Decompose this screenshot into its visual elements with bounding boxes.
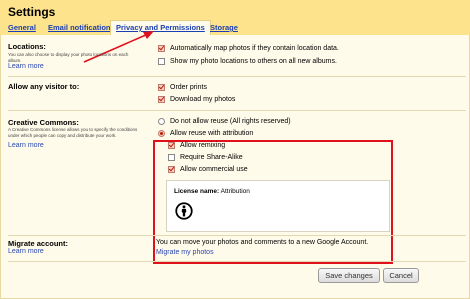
divider bbox=[8, 235, 466, 236]
license-name-value: Attribution bbox=[220, 188, 250, 195]
share-alike-label: Require Share-Alike bbox=[180, 154, 243, 161]
order-prints-label: Order prints bbox=[170, 84, 207, 91]
commercial-use-checkbox[interactable] bbox=[168, 166, 175, 173]
tab-storage[interactable]: Storage bbox=[210, 23, 238, 32]
auto-map-checkbox[interactable] bbox=[158, 45, 165, 52]
cancel-button[interactable]: Cancel bbox=[383, 268, 419, 283]
license-name-label: License name: bbox=[174, 188, 220, 195]
show-locations-option[interactable]: Show my photo locations to others on all… bbox=[158, 58, 337, 65]
reuse-attribution-radio[interactable] bbox=[158, 130, 165, 137]
locations-description: You can also choose to display your phot… bbox=[8, 52, 129, 63]
allow-remixing-checkbox[interactable] bbox=[168, 142, 175, 149]
allow-remixing-label: Allow remixing bbox=[180, 142, 226, 149]
auto-map-option[interactable]: Automatically map photos if they contain… bbox=[158, 45, 339, 52]
migrate-text: You can move your photos and comments to… bbox=[156, 239, 369, 246]
share-alike-checkbox[interactable] bbox=[168, 154, 175, 161]
allow-remixing-option[interactable]: Allow remixing bbox=[168, 142, 225, 149]
attribution-icon bbox=[175, 202, 193, 220]
no-reuse-option[interactable]: Do not allow reuse (All rights reserved) bbox=[158, 118, 291, 125]
show-locations-checkbox[interactable] bbox=[158, 58, 165, 65]
page-title: Settings bbox=[8, 5, 56, 19]
divider bbox=[8, 110, 466, 111]
divider bbox=[8, 76, 466, 77]
divider bbox=[8, 261, 466, 262]
locations-learn-more-link[interactable]: Learn more bbox=[8, 63, 44, 70]
creative-commons-description: A Creative Commons license allows you to… bbox=[8, 127, 138, 138]
creative-commons-label: Creative Commons: bbox=[8, 118, 79, 127]
share-alike-option[interactable]: Require Share-Alike bbox=[168, 154, 243, 161]
commercial-use-label: Allow commercial use bbox=[180, 166, 248, 173]
reuse-attribution-label: Allow reuse with attribution bbox=[170, 130, 254, 137]
reuse-attribution-option[interactable]: Allow reuse with attribution bbox=[158, 130, 253, 137]
tab-general[interactable]: General bbox=[8, 23, 36, 32]
auto-map-label: Automatically map photos if they contain… bbox=[170, 45, 339, 52]
migrate-label: Migrate account: bbox=[8, 239, 69, 248]
order-prints-checkbox[interactable] bbox=[158, 84, 165, 91]
commercial-use-option[interactable]: Allow commercial use bbox=[168, 166, 248, 173]
save-changes-button[interactable]: Save changes bbox=[318, 268, 380, 283]
migrate-photos-link[interactable]: Migrate my photos bbox=[156, 249, 214, 256]
download-photos-label: Download my photos bbox=[170, 96, 236, 103]
show-locations-label: Show my photo locations to others on all… bbox=[170, 58, 337, 65]
no-reuse-label: Do not allow reuse (All rights reserved) bbox=[170, 118, 291, 125]
visitor-label: Allow any visitor to: bbox=[8, 82, 80, 91]
locations-label: Locations: bbox=[8, 42, 46, 51]
creative-commons-learn-more-link[interactable]: Learn more bbox=[8, 142, 44, 149]
migrate-learn-more-link[interactable]: Learn more bbox=[8, 248, 44, 255]
download-photos-option[interactable]: Download my photos bbox=[158, 96, 235, 103]
license-box: License name: Attribution bbox=[166, 180, 390, 232]
no-reuse-radio[interactable] bbox=[158, 118, 165, 125]
download-photos-checkbox[interactable] bbox=[158, 96, 165, 103]
license-name: License name: Attribution bbox=[174, 188, 250, 195]
order-prints-option[interactable]: Order prints bbox=[158, 84, 207, 91]
